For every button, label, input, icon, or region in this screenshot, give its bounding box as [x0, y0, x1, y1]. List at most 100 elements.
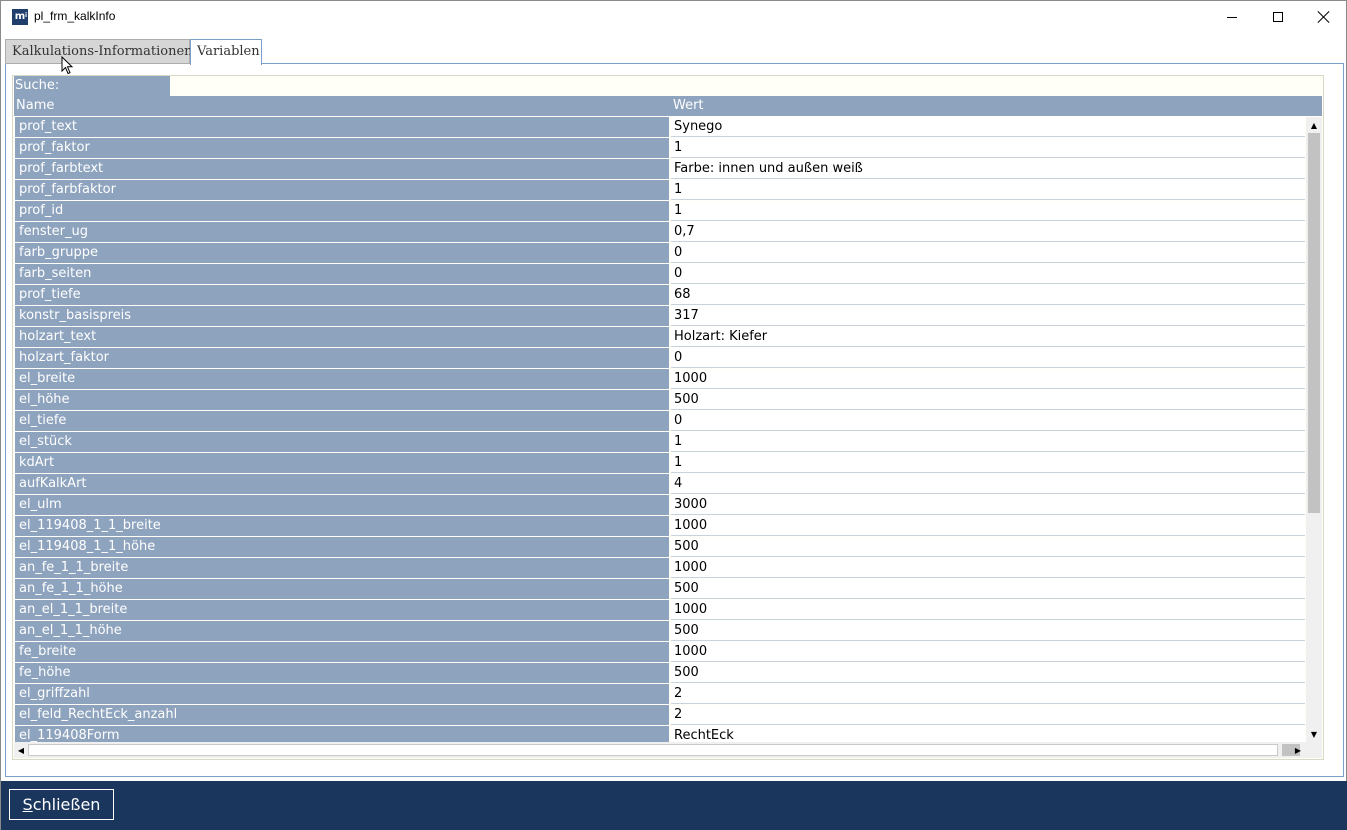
column-header-value[interactable]: Wert — [673, 98, 704, 113]
table-row[interactable]: prof_farbtext Farbe: innen und außen weiß — [14, 158, 1306, 179]
table-row[interactable]: el_breite 1000 — [14, 368, 1306, 389]
variable-value-cell[interactable]: 1000 — [671, 516, 1305, 536]
variable-name-cell[interactable]: farb_seiten — [15, 264, 669, 284]
variable-name-cell[interactable]: fe_breite — [15, 642, 669, 662]
variable-value-cell[interactable]: 0 — [671, 411, 1305, 431]
table-row[interactable]: prof_id 1 — [14, 200, 1306, 221]
variable-name-cell[interactable]: prof_farbfaktor — [15, 180, 669, 200]
minimize-button[interactable] — [1209, 1, 1255, 33]
variable-value-cell[interactable]: 2 — [671, 705, 1305, 725]
variable-value-cell[interactable]: Farbe: innen und außen weiß — [671, 159, 1305, 179]
variable-value-cell[interactable]: Holzart: Kiefer — [671, 327, 1305, 347]
variable-value-cell[interactable]: RechtEck — [671, 726, 1305, 742]
variable-name-cell[interactable]: el_breite — [15, 369, 669, 389]
table-row[interactable]: fe_höhe 500 — [14, 662, 1306, 683]
variable-name-cell[interactable]: el_119408_1_1_höhe — [15, 537, 669, 557]
variable-name-cell[interactable]: prof_id — [15, 201, 669, 221]
vertical-scrollbar[interactable]: ▲ ▼ — [1306, 117, 1322, 742]
table-row[interactable]: fenster_ug 0,7 — [14, 221, 1306, 242]
variable-name-cell[interactable]: an_fe_1_1_breite — [15, 558, 669, 578]
variable-value-cell[interactable]: 1000 — [671, 558, 1305, 578]
variable-value-cell[interactable]: 1 — [671, 453, 1305, 473]
variable-value-cell[interactable]: 500 — [671, 579, 1305, 599]
table-row[interactable]: farb_gruppe 0 — [14, 242, 1306, 263]
variable-name-cell[interactable]: prof_farbtext — [15, 159, 669, 179]
table-row[interactable]: kdArt 1 — [14, 452, 1306, 473]
table-row[interactable]: el_tiefe 0 — [14, 410, 1306, 431]
variable-value-cell[interactable]: 500 — [671, 390, 1305, 410]
table-row[interactable]: an_el_1_1_höhe 500 — [14, 620, 1306, 641]
variable-name-cell[interactable]: farb_gruppe — [15, 243, 669, 263]
variable-name-cell[interactable]: aufKalkArt — [15, 474, 669, 494]
table-row[interactable]: holzart_faktor 0 — [14, 347, 1306, 368]
variable-name-cell[interactable]: el_griffzahl — [15, 684, 669, 704]
variable-value-cell[interactable]: 0 — [671, 348, 1305, 368]
variable-value-cell[interactable]: 500 — [671, 621, 1305, 641]
variable-value-cell[interactable]: 500 — [671, 663, 1305, 683]
vertical-scroll-thumb[interactable] — [1308, 133, 1320, 513]
variable-name-cell[interactable]: el_feld_RechtEck_anzahl — [15, 705, 669, 725]
variable-value-cell[interactable]: 1 — [671, 138, 1305, 158]
variable-value-cell[interactable]: 4 — [671, 474, 1305, 494]
variable-value-cell[interactable]: 2 — [671, 684, 1305, 704]
variable-value-cell[interactable]: 1000 — [671, 369, 1305, 389]
table-row[interactable]: an_fe_1_1_höhe 500 — [14, 578, 1306, 599]
table-row[interactable]: an_fe_1_1_breite 1000 — [14, 557, 1306, 578]
variable-name-cell[interactable]: el_höhe — [15, 390, 669, 410]
variable-name-cell[interactable]: el_ulm — [15, 495, 669, 515]
table-row[interactable]: an_el_1_1_breite 1000 — [14, 599, 1306, 620]
variable-name-cell[interactable]: an_fe_1_1_höhe — [15, 579, 669, 599]
variable-name-cell[interactable]: an_el_1_1_höhe — [15, 621, 669, 641]
title-bar[interactable]: mi pl_frm_kalkInfo — [1, 1, 1346, 33]
variable-name-cell[interactable]: prof_tiefe — [15, 285, 669, 305]
variable-value-cell[interactable]: 317 — [671, 306, 1305, 326]
variable-value-cell[interactable]: 500 — [671, 537, 1305, 557]
scroll-down-arrow-icon[interactable]: ▼ — [1306, 726, 1322, 742]
table-row[interactable]: prof_text Synego — [14, 116, 1306, 137]
variable-name-cell[interactable]: fenster_ug — [15, 222, 669, 242]
table-row[interactable]: aufKalkArt 4 — [14, 473, 1306, 494]
close-window-button[interactable] — [1301, 1, 1347, 33]
scroll-left-arrow-icon[interactable]: ◀ — [14, 742, 28, 758]
table-row[interactable]: holzart_text Holzart: Kiefer — [14, 326, 1306, 347]
variable-name-cell[interactable]: el_tiefe — [15, 411, 669, 431]
table-row[interactable]: konstr_basispreis 317 — [14, 305, 1306, 326]
table-row[interactable]: el_119408_1_1_breite 1000 — [14, 515, 1306, 536]
variable-value-cell[interactable]: 0 — [671, 264, 1305, 284]
horizontal-scrollbar[interactable]: ◀ ▶ — [14, 742, 1306, 758]
variable-value-cell[interactable]: 1000 — [671, 642, 1305, 662]
variable-name-cell[interactable]: an_el_1_1_breite — [15, 600, 669, 620]
table-row[interactable]: el_119408Form RechtEck — [14, 725, 1306, 742]
variable-value-cell[interactable]: 1 — [671, 201, 1305, 221]
variable-name-cell[interactable]: holzart_faktor — [15, 348, 669, 368]
variable-name-cell[interactable]: konstr_basispreis — [15, 306, 669, 326]
scroll-right-arrow-icon[interactable]: ▶ — [1290, 742, 1306, 758]
table-row[interactable]: el_stück 1 — [14, 431, 1306, 452]
variable-value-cell[interactable]: 0,7 — [671, 222, 1305, 242]
variable-name-cell[interactable]: el_stück — [15, 432, 669, 452]
table-row[interactable]: prof_faktor 1 — [14, 137, 1306, 158]
variable-name-cell[interactable]: prof_faktor — [15, 138, 669, 158]
table-row[interactable]: prof_tiefe 68 — [14, 284, 1306, 305]
table-row[interactable]: el_119408_1_1_höhe 500 — [14, 536, 1306, 557]
close-button[interactable]: Schließen — [9, 789, 114, 820]
variable-value-cell[interactable]: 0 — [671, 243, 1305, 263]
variable-name-cell[interactable]: el_119408Form — [15, 726, 669, 742]
table-row[interactable]: el_ulm 3000 — [14, 494, 1306, 515]
variable-name-cell[interactable]: holzart_text — [15, 327, 669, 347]
tab-variablen[interactable]: Variablen — [190, 39, 262, 65]
variable-value-cell[interactable]: Synego — [671, 117, 1305, 137]
maximize-button[interactable] — [1255, 1, 1301, 33]
scroll-up-arrow-icon[interactable]: ▲ — [1306, 117, 1322, 133]
variable-name-cell[interactable]: el_119408_1_1_breite — [15, 516, 669, 536]
variable-name-cell[interactable]: fe_höhe — [15, 663, 669, 683]
table-row[interactable]: prof_farbfaktor 1 — [14, 179, 1306, 200]
variable-name-cell[interactable]: kdArt — [15, 453, 669, 473]
variable-value-cell[interactable]: 3000 — [671, 495, 1305, 515]
table-row[interactable]: el_höhe 500 — [14, 389, 1306, 410]
table-row[interactable]: fe_breite 1000 — [14, 641, 1306, 662]
table-row[interactable]: el_feld_RechtEck_anzahl 2 — [14, 704, 1306, 725]
column-header-name[interactable]: Name — [16, 98, 54, 113]
variable-value-cell[interactable]: 1000 — [671, 600, 1305, 620]
horizontal-scroll-track[interactable] — [28, 744, 1278, 756]
